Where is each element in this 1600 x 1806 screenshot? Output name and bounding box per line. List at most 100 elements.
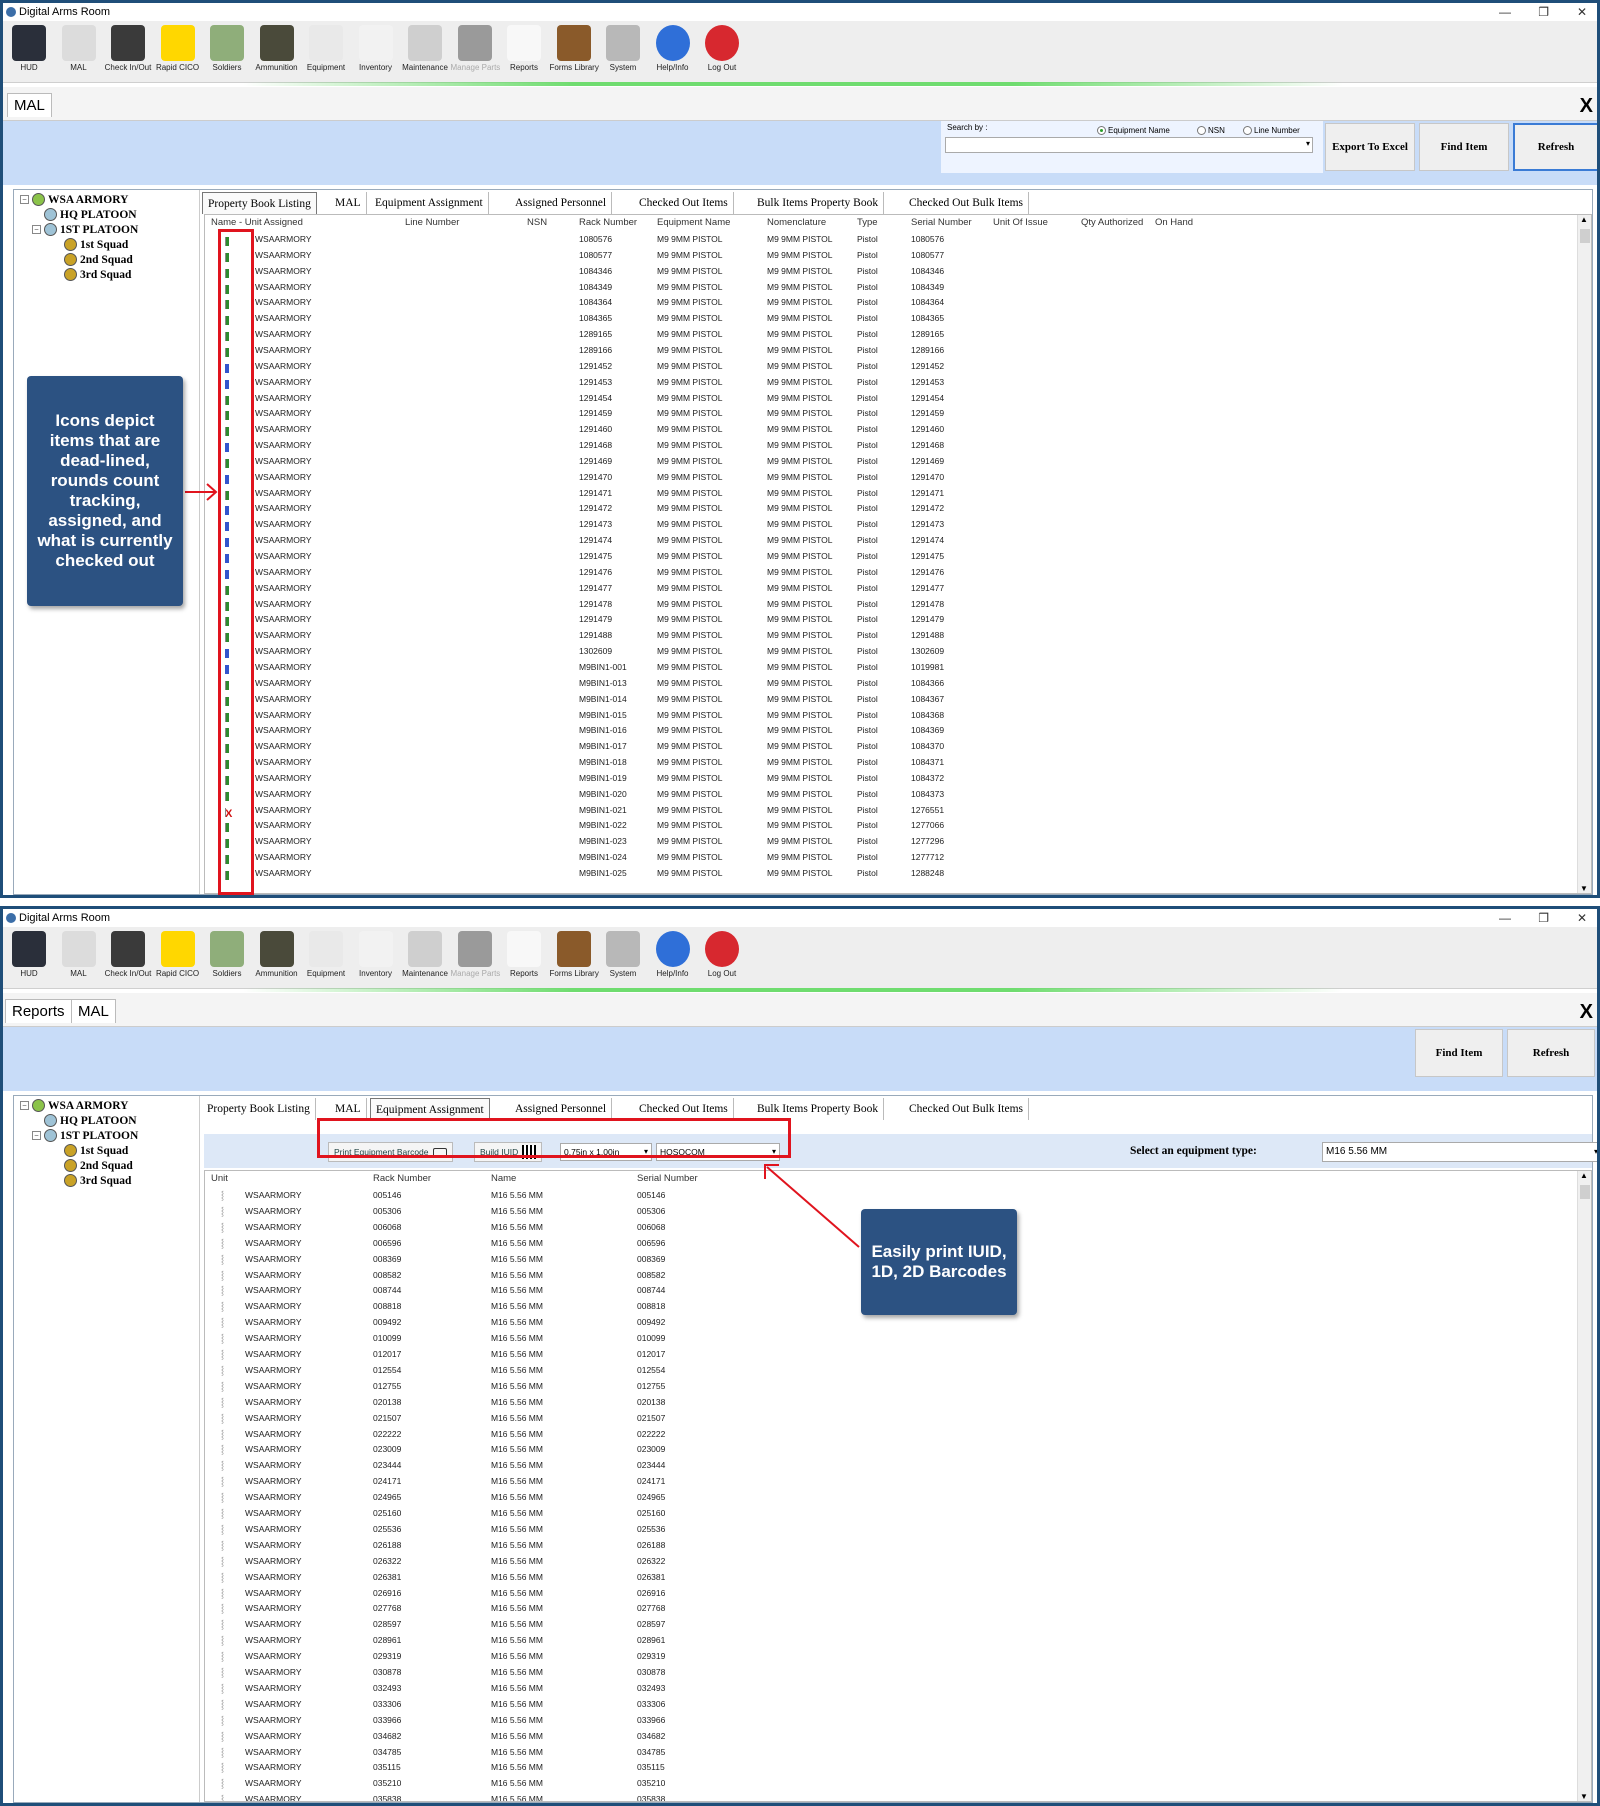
toolbar-rifle-button[interactable]: Equipment [302,25,350,81]
scroll-thumb[interactable] [1580,1185,1590,1199]
refresh-button[interactable]: Refresh [1513,123,1597,171]
column-header[interactable]: On Hand [1155,217,1193,228]
toolbar-mal-clipboard-button[interactable]: MAL [55,931,103,987]
table-row[interactable]: WSAARMORY 1084346 M9 9MM PISTOL M9 9MM PIST… [205,263,1591,279]
grid-tab-checked-out-bulk-items[interactable]: Checked Out Bulk Items [904,192,1030,214]
close-window-icon[interactable]: ✕ [1577,909,1587,927]
table-row[interactable]: WSAARMORY 1291477 M9 9MM PISTOL M9 9MM PIST… [205,580,1591,596]
table-row[interactable]: WSAARMORY 1080577 M9 9MM PISTOL M9 9MM PIST… [205,247,1591,263]
table-row[interactable]: ⸾ WSAARMORY 005146 M16 5.56 MM 005146 [205,1187,1591,1203]
table-row[interactable]: WSAARMORY M9BIN1-017 M9 9MM PISTOL M9 9MM P… [205,738,1591,754]
table-row[interactable]: WSAARMORY M9BIN1-019 M9 9MM PISTOL M9 9MM P… [205,770,1591,786]
table-row[interactable]: ⸾ WSAARMORY 026188 M16 5.56 MM 026188 [205,1537,1591,1553]
toolbar-info-button[interactable]: Help/Info [649,931,697,987]
table-row[interactable]: ⸾ WSAARMORY 026381 M16 5.56 MM 026381 [205,1569,1591,1585]
toolbar-info-button[interactable]: Help/Info [649,25,697,81]
equipment-type-select[interactable]: M16 5.56 MM ▾ [1322,1142,1597,1162]
column-header[interactable]: Name - Unit Assigned [211,217,303,228]
table-row[interactable]: ⸾ WSAARMORY 026916 M16 5.56 MM 026916 [205,1585,1591,1601]
column-header[interactable]: Unit Of Issue [993,217,1048,228]
table-row[interactable]: ⸾ WSAARMORY 025536 M16 5.56 MM 025536 [205,1521,1591,1537]
chevron-down-icon[interactable]: ▾ [1306,139,1310,148]
table-row[interactable]: ⸾ WSAARMORY 023009 M16 5.56 MM 023009 [205,1441,1591,1457]
minimize-icon[interactable]: — [1499,909,1511,927]
table-row[interactable]: ⸾ WSAARMORY 029319 M16 5.56 MM 029319 [205,1648,1591,1664]
table-row[interactable]: WSAARMORY 1291474 M9 9MM PISTOL M9 9MM PIST… [205,532,1591,548]
column-header[interactable]: Serial Number [637,1173,698,1184]
toolbar-book-button[interactable]: Forms Library [550,931,599,987]
column-header[interactable]: Unit [211,1173,228,1184]
grid-tab-property-book-listing[interactable]: Property Book Listing [202,1098,316,1120]
table-row[interactable]: ⸾ WSAARMORY 035115 M16 5.56 MM 035115 [205,1759,1591,1775]
toolbar-logout-x-button[interactable]: Log Out [698,25,746,81]
grid-tab-mal[interactable]: MAL [330,1098,367,1120]
collapse-icon[interactable]: − [20,195,29,204]
vertical-scrollbar[interactable]: ▲ ▼ [1577,215,1591,893]
table-row[interactable]: WSAARMORY 1291469 M9 9MM PISTOL M9 9MM PIST… [205,453,1591,469]
grid-tab-assigned-personnel[interactable]: Assigned Personnel [510,192,613,214]
grid-tab-checked-out-items[interactable]: Checked Out Items [634,1098,734,1120]
table-row[interactable]: WSAARMORY 1084365 M9 9MM PISTOL M9 9MM PIST… [205,310,1591,326]
table-row[interactable]: WSAARMORY 1291475 M9 9MM PISTOL M9 9MM PIST… [205,548,1591,564]
collapse-icon[interactable]: − [32,1131,41,1140]
toolbar-ammo-box-button[interactable]: Ammunition [253,25,301,81]
column-header[interactable]: Equipment Name [657,217,730,228]
vertical-scrollbar[interactable]: ▲ ▼ [1577,1171,1591,1801]
table-row[interactable]: ⸾ WSAARMORY 028597 M16 5.56 MM 028597 [205,1616,1591,1632]
collapse-icon[interactable]: − [20,1101,29,1110]
doc-tab-reports[interactable]: Reports [5,999,72,1023]
table-row[interactable]: WSAARMORY 1291460 M9 9MM PISTOL M9 9MM PIST… [205,421,1591,437]
table-row[interactable]: WSAARMORY 1084349 M9 9MM PISTOL M9 9MM PIST… [205,279,1591,295]
table-row[interactable]: ⸾ WSAARMORY 027768 M16 5.56 MM 027768 [205,1600,1591,1616]
table-row[interactable]: WSAARMORY M9BIN1-016 M9 9MM PISTOL M9 9MM P… [205,722,1591,738]
toolbar-tools-button[interactable]: Maintenance [401,25,449,81]
table-row[interactable]: WSAARMORY M9BIN1-025 M9 9MM PISTOL M9 9MM P… [205,865,1591,881]
tree-node-2nd-squad[interactable]: 2nd Squad [64,253,133,266]
column-header[interactable]: Name [491,1173,516,1184]
find-item-button[interactable]: Find Item [1419,123,1509,171]
table-row[interactable]: WSAARMORY 1291479 M9 9MM PISTOL M9 9MM PIST… [205,611,1591,627]
toolbar-inventory-button[interactable]: Inventory [352,25,400,81]
radio-nsn[interactable]: NSN [1197,126,1225,135]
table-row[interactable]: ⸾ WSAARMORY 028961 M16 5.56 MM 028961 [205,1632,1591,1648]
toolbar-lightning-button[interactable]: Rapid CICO [154,931,202,987]
table-row[interactable]: ⸾ WSAARMORY 012017 M16 5.56 MM 012017 [205,1346,1591,1362]
tree-node-3rd-squad[interactable]: 3rd Squad [64,1174,131,1187]
export-to-excel-button[interactable]: Export To Excel [1325,123,1415,171]
table-row[interactable]: ⸾ WSAARMORY 024965 M16 5.56 MM 024965 [205,1489,1591,1505]
table-row[interactable]: ⸾ WSAARMORY 026322 M16 5.56 MM 026322 [205,1553,1591,1569]
table-row[interactable]: ⸾ WSAARMORY 010099 M16 5.56 MM 010099 [205,1330,1591,1346]
table-row[interactable]: ⸾ WSAARMORY 023444 M16 5.56 MM 023444 [205,1457,1591,1473]
table-row[interactable]: WSAARMORY 1291453 M9 9MM PISTOL M9 9MM PIST… [205,374,1591,390]
grid-tab-checked-out-bulk-items[interactable]: Checked Out Bulk Items [904,1098,1030,1120]
column-header[interactable]: Rack Number [579,217,637,228]
scroll-thumb[interactable] [1580,229,1590,243]
toolbar-handheld-scanner-button[interactable]: Check In/Out [104,25,152,81]
table-row[interactable]: ⸾ WSAARMORY 033966 M16 5.56 MM 033966 [205,1712,1591,1728]
table-row[interactable]: ⸾ WSAARMORY 022222 M16 5.56 MM 022222 [205,1426,1591,1442]
column-header[interactable]: Nomenclature [767,217,826,228]
tree-node-hq-platoon[interactable]: HQ PLATOON [44,208,137,221]
tree-node-1st-squad[interactable]: 1st Squad [64,1144,128,1157]
table-row[interactable]: ⸾ WSAARMORY 035838 M16 5.56 MM 035838 [205,1791,1591,1801]
column-header[interactable]: Rack Number [373,1173,431,1184]
tree-node-1st-squad[interactable]: 1st Squad [64,238,128,251]
tree-node-3rd-squad[interactable]: 3rd Squad [64,268,131,281]
minimize-icon[interactable]: — [1499,3,1511,21]
table-row[interactable]: WSAARMORY M9BIN1-014 M9 9MM PISTOL M9 9MM P… [205,691,1591,707]
tree-node-root[interactable]: − WSA ARMORY [20,1099,128,1112]
scroll-down-icon[interactable]: ▼ [1580,884,1588,893]
table-row[interactable]: ⸾ WSAARMORY 034785 M16 5.56 MM 034785 [205,1744,1591,1760]
table-row[interactable]: WSAARMORY 1291452 M9 9MM PISTOL M9 9MM PIST… [205,358,1591,374]
grid-tab-equipment-assignment[interactable]: Equipment Assignment [370,1098,490,1120]
grid-tab-mal[interactable]: MAL [330,192,367,214]
table-row[interactable]: ⸾ WSAARMORY 033306 M16 5.56 MM 033306 [205,1696,1591,1712]
table-row[interactable]: WSAARMORY M9BIN1-015 M9 9MM PISTOL M9 9MM P… [205,707,1591,723]
table-row[interactable]: WSAARMORY M9BIN1-023 M9 9MM PISTOL M9 9MM P… [205,833,1591,849]
table-row[interactable]: WSAARMORY M9BIN1-022 M9 9MM PISTOL M9 9MM P… [205,817,1591,833]
toolbar-gear-button[interactable]: System [599,931,647,987]
toolbar-report-chart-button[interactable]: Reports [500,25,548,81]
grid-tab-checked-out-items[interactable]: Checked Out Items [634,192,734,214]
tree-node-hq-platoon[interactable]: HQ PLATOON [44,1114,137,1127]
table-row[interactable]: ⸾ WSAARMORY 030878 M16 5.56 MM 030878 [205,1664,1591,1680]
